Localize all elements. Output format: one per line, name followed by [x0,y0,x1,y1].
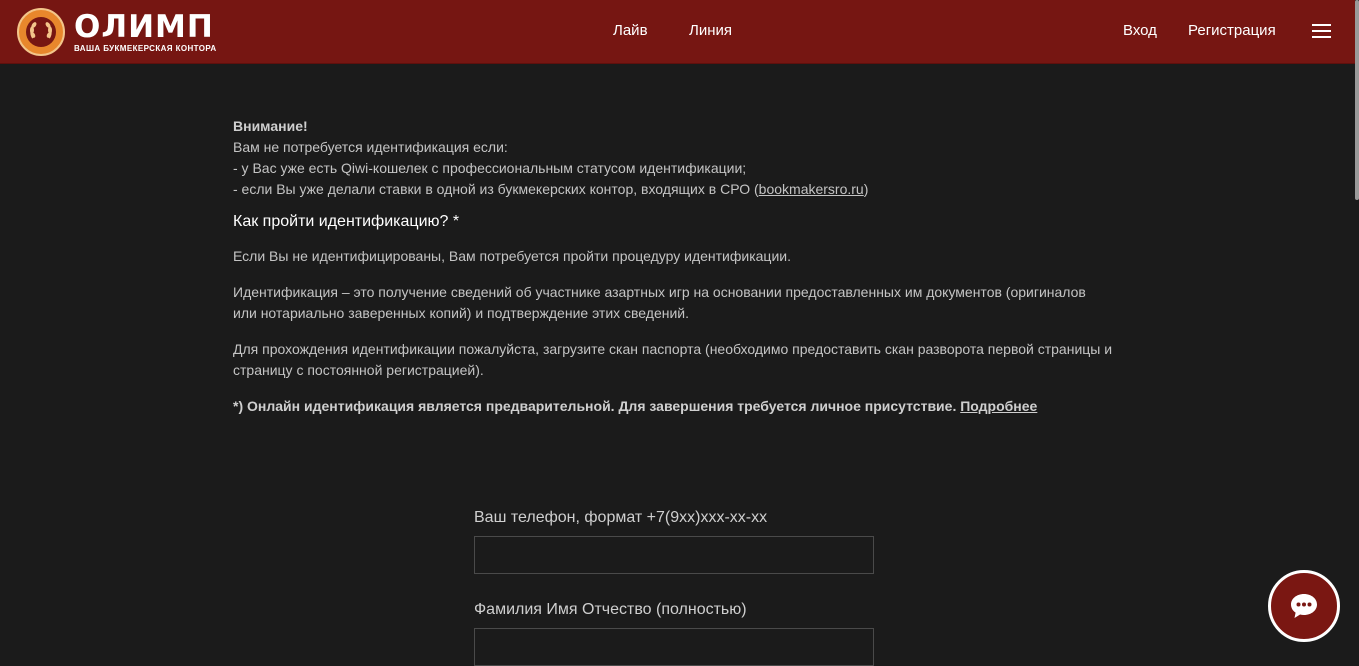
identification-form: Ваш телефон, формат +7(9хх)ххх-хх-хх Фам… [474,507,874,666]
online-id-note-text: *) Онлайн идентификация является предвар… [233,398,957,414]
notice-item-qiwi: - у Вас уже есть Qiwi-кошелек с професси… [233,160,747,176]
nav-live-link[interactable]: Лайв [613,22,648,40]
notice-block: Внимание! Вам не потребуется идентификац… [233,116,1113,200]
howto-paragraph-3: Для прохождения идентификации пожалуйста… [233,341,1113,378]
online-id-note: *) Онлайн идентификация является предвар… [233,396,1113,417]
notice-item-sro: - если Вы уже делали ставки в одной из б… [233,179,1113,200]
nav-line-link[interactable]: Линия [689,22,732,40]
logo-tagline: ВАША БУКМЕКЕРСКАЯ КОНТОРА [74,43,217,53]
howto-paragraph-2: Идентификация – это получение сведений о… [233,284,1086,321]
logo-wordmark: ОЛИМП [74,8,214,45]
notice-title: Внимание! [233,118,308,134]
register-link[interactable]: Регистрация [1188,22,1276,40]
page-scrollbar[interactable] [1355,0,1359,651]
page-scrollbar-thumb[interactable] [1355,0,1359,200]
top-header: ОЛИМП ВАША БУКМЕКЕРСКАЯ КОНТОРА Лайв Лин… [0,0,1359,64]
laurel-wreath-icon [17,8,65,56]
chat-button[interactable] [1268,570,1340,642]
identification-info: Внимание! Вам не потребуется идентификац… [233,116,1113,417]
notice-item-sro-prefix: - если Вы уже делали ставки в одной из б… [233,181,759,197]
phone-label: Ваш телефон, формат +7(9хх)ххх-хх-хх [474,509,768,526]
login-link[interactable]: Вход [1123,22,1157,40]
full-name-input[interactable] [474,628,874,666]
howto-paragraph-1: Если Вы не идентифицированы, Вам потребу… [233,248,791,264]
howto-title: Как пройти идентификацию? * [233,213,460,230]
full-name-label: Фамилия Имя Отчество (полностью) [474,601,747,618]
hamburger-bar [1312,30,1331,32]
hamburger-menu-icon[interactable] [1312,24,1331,38]
more-details-link[interactable]: Подробнее [960,398,1037,414]
logo-text-block: ОЛИМП ВАША БУКМЕКЕРСКАЯ КОНТОРА [74,8,217,53]
notice-item-sro-suffix: ) [863,181,869,197]
notice-intro: Вам не потребуется идентификация если: [233,139,508,155]
bookmakersro-link[interactable]: bookmakersro.ru [759,181,864,197]
phone-input[interactable] [474,536,874,574]
hamburger-bar [1312,36,1331,38]
site-logo[interactable]: ОЛИМП ВАША БУКМЕКЕРСКАЯ КОНТОРА [17,8,217,56]
hamburger-bar [1312,24,1331,26]
chat-bubble-icon [1291,594,1317,618]
